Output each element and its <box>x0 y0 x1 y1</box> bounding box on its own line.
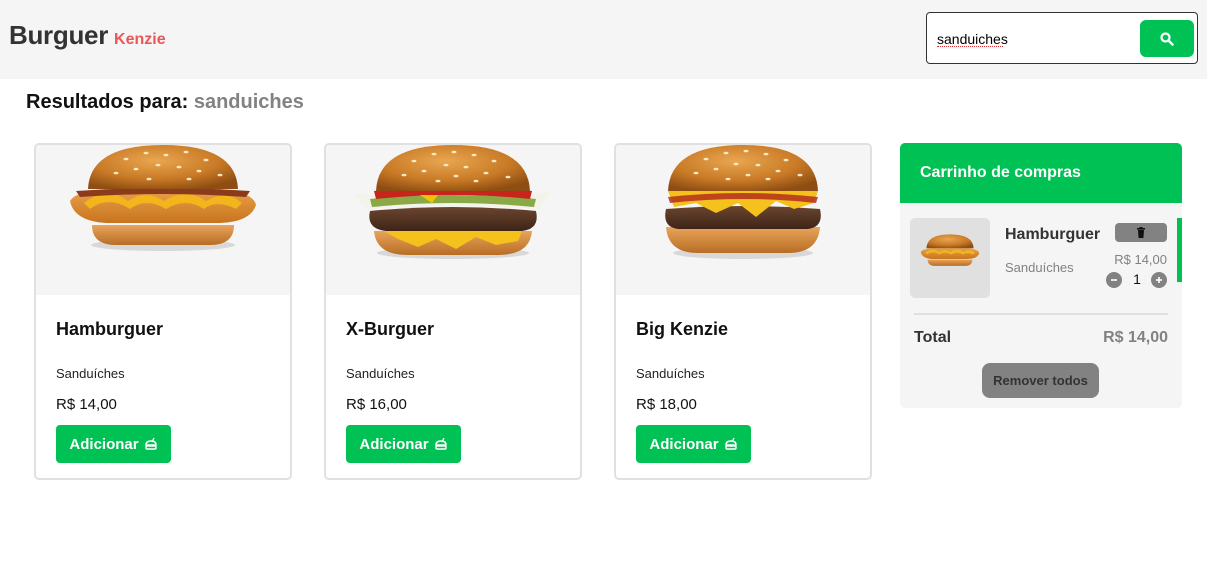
trash-icon <box>1137 227 1145 238</box>
cart-item-quantity: 1 <box>1133 271 1141 287</box>
burger-illustration <box>354 145 550 259</box>
add-button-label: Adicionar <box>69 435 139 453</box>
cart-item-name: Hamburguer <box>1005 226 1101 243</box>
product-image <box>616 145 870 295</box>
brand-logo[interactable]: Burguer Kenzie <box>9 20 166 51</box>
decrease-quantity-button[interactable] <box>1106 272 1122 288</box>
food-icon <box>434 437 447 450</box>
add-to-cart-button[interactable]: Adicionar <box>56 425 171 463</box>
results-heading: Resultados para: sanduiches <box>26 91 304 114</box>
search-box <box>926 12 1198 64</box>
product-name: X-Burguer <box>346 319 435 339</box>
product-image <box>326 145 580 295</box>
cart-divider <box>914 313 1168 315</box>
shopping-cart: Carrinho de compras Hamburguer Sanduíche… <box>900 143 1182 408</box>
add-button-label: Adicionar <box>359 435 429 453</box>
app-header: Burguer Kenzie <box>0 0 1207 79</box>
brand-name: Burguer <box>9 20 109 50</box>
product-category: Sanduíches <box>346 366 415 381</box>
search-icon <box>1160 31 1174 46</box>
product-card: Hamburguer Sanduíches R$ 14,00 Adicionar <box>34 143 292 480</box>
product-price: R$ 18,00 <box>636 396 697 413</box>
cart-item-image <box>910 218 990 298</box>
food-icon <box>144 437 157 450</box>
cart-item-category: Sanduíches <box>1005 260 1074 275</box>
product-price: R$ 14,00 <box>56 396 117 413</box>
burger-illustration <box>920 234 980 266</box>
cart-header: Carrinho de compras <box>900 143 1182 203</box>
search-button[interactable] <box>1140 20 1194 57</box>
food-icon <box>724 437 737 450</box>
results-term: sanduiches <box>193 91 304 113</box>
product-image <box>36 145 290 295</box>
minus-icon <box>1111 279 1117 281</box>
brand-subname: Kenzie <box>114 31 166 48</box>
add-to-cart-button[interactable]: Adicionar <box>636 425 751 463</box>
burger-illustration <box>665 145 821 259</box>
product-price: R$ 16,00 <box>346 396 407 413</box>
product-category: Sanduíches <box>56 366 125 381</box>
total-value: R$ 14,00 <box>1103 329 1168 346</box>
cart-item-price: R$ 14,00 <box>1114 252 1167 267</box>
add-to-cart-button[interactable]: Adicionar <box>346 425 461 463</box>
plus-icon <box>1156 277 1162 283</box>
burger-illustration <box>70 145 256 251</box>
remove-item-button[interactable] <box>1115 223 1167 242</box>
add-button-label: Adicionar <box>649 435 719 453</box>
results-label: Resultados para: <box>26 91 189 113</box>
total-label: Total <box>914 329 952 346</box>
cart-title: Carrinho de compras <box>920 164 1081 181</box>
product-name: Hamburguer <box>56 319 164 339</box>
remove-all-button[interactable]: Remover todos <box>982 363 1099 398</box>
product-category: Sanduíches <box>636 366 705 381</box>
product-card: X-Burguer Sanduíches R$ 16,00 Adicionar <box>324 143 582 480</box>
product-name: Big Kenzie <box>636 319 729 339</box>
spellcheck-underline <box>937 46 1003 47</box>
product-card: Big Kenzie Sanduíches R$ 18,00 Adicionar <box>614 143 872 480</box>
increase-quantity-button[interactable] <box>1151 272 1167 288</box>
cart-scrollbar[interactable] <box>1177 218 1182 282</box>
